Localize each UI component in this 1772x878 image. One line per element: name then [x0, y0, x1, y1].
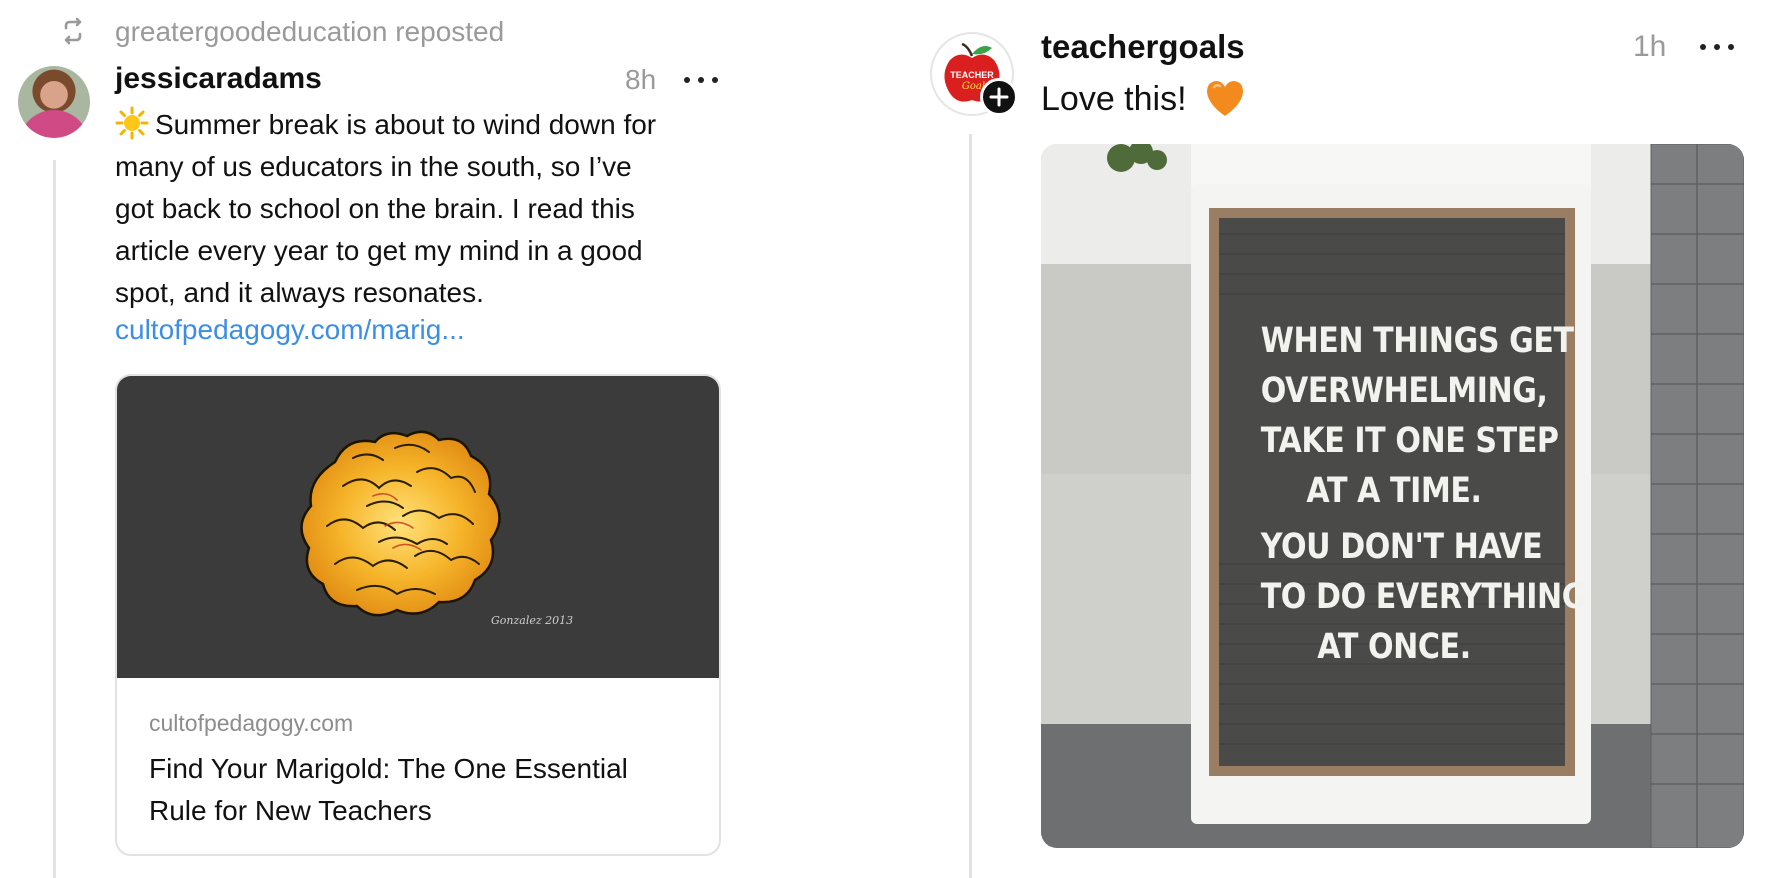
- repost-icon: [64, 17, 82, 45]
- sign-text: WHEN THINGS GET OVERWHELMING, TAKE IT ON…: [1239, 316, 1587, 672]
- username[interactable]: teachergoals: [1041, 28, 1245, 66]
- avatar[interactable]: [18, 66, 90, 138]
- post-time: 8h: [625, 64, 657, 95]
- marigold-illustration: Gonzalez 2013: [300, 430, 573, 627]
- post-text-line: Summer break is about to wind down for: [155, 109, 657, 140]
- more-options-icon[interactable]: [684, 63, 718, 97]
- thread-line: [969, 134, 972, 878]
- illustration-signature: Gonzalez 2013: [491, 614, 573, 627]
- username[interactable]: jessicaradams: [115, 62, 322, 96]
- post-text-line: spot, and it always resonates.: [115, 277, 484, 308]
- sign-line: OVERWHELMING,: [1260, 371, 1548, 411]
- post-text-content: Love this!: [1041, 80, 1187, 118]
- post-time: 1h: [1633, 30, 1667, 63]
- sign-line: WHEN THINGS GET: [1260, 321, 1574, 361]
- sign-line: AT A TIME.: [1306, 471, 1482, 511]
- orange-heart-icon: [1206, 81, 1243, 116]
- sign-line: TO DO EVERYTHING: [1260, 577, 1587, 617]
- sign-line: TAKE IT ONE STEP: [1260, 421, 1559, 461]
- post-text: Love this!: [1041, 78, 1246, 119]
- repost-label[interactable]: greatergoodeducation reposted: [115, 16, 504, 48]
- post-text-line: got back to school on the brain. I read …: [115, 193, 635, 224]
- post-text-line: article every year to get my mind in a g…: [115, 235, 643, 266]
- sign-line: YOU DON'T HAVE: [1260, 527, 1543, 567]
- link-preview-card[interactable]: Gonzalez 2013 cultofpedagogy.com Find Yo…: [115, 374, 721, 856]
- link-preview-image: Gonzalez 2013: [117, 376, 719, 678]
- post-photo[interactable]: WHEN THINGS GET OVERWHELMING, TAKE IT ON…: [1041, 144, 1744, 848]
- link-domain: cultofpedagogy.com: [149, 710, 354, 736]
- thread-line: [53, 160, 56, 878]
- post-link[interactable]: cultofpedagogy.com/marig...: [115, 314, 465, 346]
- svg-text:TEACHER: TEACHER: [950, 70, 994, 80]
- follow-plus-icon[interactable]: [980, 78, 1018, 116]
- more-options-icon[interactable]: [1700, 30, 1734, 64]
- sign-line: AT ONCE.: [1317, 627, 1471, 667]
- post-text-line: many of us educators in the south, so I’…: [115, 151, 632, 182]
- link-title: Find Your Marigold: The One Essential Ru…: [149, 753, 628, 826]
- sun-icon: [115, 106, 149, 140]
- post-text: Summer break is about to wind down for m…: [115, 104, 735, 314]
